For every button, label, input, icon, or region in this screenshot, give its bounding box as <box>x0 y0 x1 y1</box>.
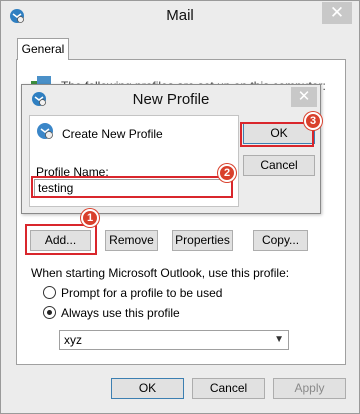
step-1-badge: 1 <box>81 209 99 227</box>
ok-button[interactable]: OK <box>111 378 184 399</box>
dialog-heading: Create New Profile <box>62 127 163 141</box>
profile-name-label: Profile Name: <box>36 165 109 179</box>
prompt-profile-option[interactable]: Prompt for a profile to be used <box>43 285 222 301</box>
prompt-profile-radio[interactable] <box>43 286 56 300</box>
chevron-down-icon: ▼ <box>274 334 284 345</box>
dialog-ok-button[interactable]: OK <box>243 123 315 144</box>
profile-select-value: xyz <box>64 333 82 347</box>
prompt-profile-label: Prompt for a profile to be used <box>61 285 223 300</box>
always-use-profile-radio[interactable] <box>43 306 56 320</box>
title-bar: Mail ✕ <box>1 1 359 32</box>
copy-profile-button[interactable]: Copy... <box>253 230 308 251</box>
profile-name-input[interactable] <box>34 179 232 197</box>
step-3-badge: 3 <box>304 112 322 130</box>
tab-general[interactable]: General <box>17 38 69 60</box>
window-title: Mail <box>166 7 194 24</box>
always-use-profile-option[interactable]: Always use this profile <box>43 305 180 321</box>
cancel-button[interactable]: Cancel <box>192 378 265 399</box>
create-profile-icon <box>37 123 53 139</box>
dialog-close-button[interactable]: ✕ <box>291 87 317 107</box>
step-2-badge: 2 <box>218 164 236 182</box>
window-close-button[interactable]: ✕ <box>322 2 352 24</box>
apply-button[interactable]: Apply <box>273 378 346 399</box>
dialog-title: New Profile <box>132 91 210 108</box>
always-use-profile-label: Always use this profile <box>61 305 180 320</box>
properties-button[interactable]: Properties <box>172 230 233 251</box>
profile-select[interactable]: xyz ▼ <box>59 330 289 350</box>
add-profile-button[interactable]: Add... <box>30 230 91 251</box>
dialog-cancel-button[interactable]: Cancel <box>243 155 315 176</box>
remove-profile-button[interactable]: Remove <box>105 230 158 251</box>
new-profile-dialog: New Profile ✕ Create New Profile Profile… <box>21 84 321 214</box>
startup-label: When starting Microsoft Outlook, use thi… <box>31 266 290 280</box>
